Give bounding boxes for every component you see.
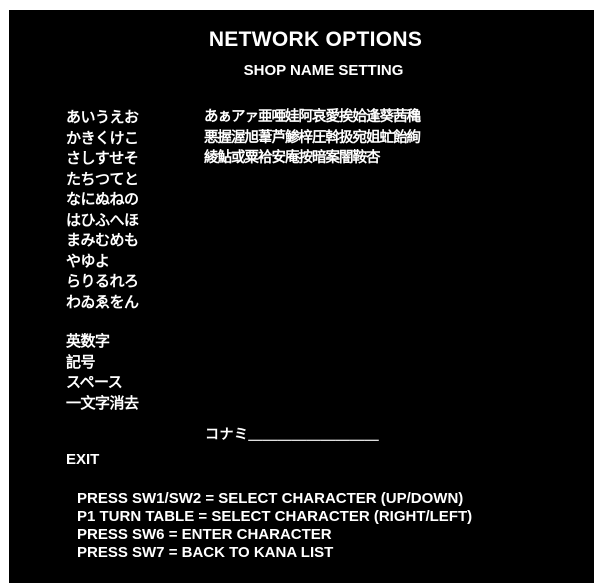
- option-alphanumeric[interactable]: 英数字: [66, 331, 139, 352]
- kanji-row[interactable]: 悪握渥旭葦芦鯵梓圧斡扱宛姐虻飴絢: [204, 128, 421, 149]
- instructions: PRESS SW1/SW2 = SELECT CHARACTER (UP/DOW…: [77, 490, 472, 562]
- kana-row-na[interactable]: なにぬねの: [66, 189, 139, 210]
- kana-row-ya[interactable]: やゆよ: [66, 251, 139, 272]
- kana-row-ma[interactable]: まみむめも: [66, 230, 139, 251]
- network-options-screen: NETWORK OPTIONS SHOP NAME SETTING あいうえお …: [9, 10, 594, 583]
- instruction-line: P1 TURN TABLE = SELECT CHARACTER (RIGHT/…: [77, 508, 473, 525]
- option-symbols[interactable]: 記号: [66, 352, 139, 373]
- kana-row-ta[interactable]: たちつてと: [66, 169, 139, 190]
- instruction-line: PRESS SW7 = BACK TO KANA LIST: [77, 544, 334, 561]
- instruction-line: PRESS SW1/SW2 = SELECT CHARACTER (UP/DOW…: [77, 490, 464, 507]
- kana-row-sa[interactable]: さしすせそ: [66, 148, 139, 169]
- kanji-row[interactable]: あぁアァ亜唖娃阿哀愛挨姶逢葵茜穐: [204, 107, 421, 128]
- kanji-row[interactable]: 綾鮎或粟袷安庵按暗案闇鞍杏: [204, 148, 420, 169]
- kana-row-wa[interactable]: わゐゑをん: [66, 292, 139, 313]
- screen-title: NETWORK OPTIONS: [208, 28, 423, 51]
- screen-subtitle: SHOP NAME SETTING: [243, 62, 404, 79]
- instruction-line: PRESS SW6 = ENTER CHARACTER: [77, 526, 332, 543]
- kana-row-ka[interactable]: かきくけこ: [66, 128, 139, 149]
- exit-option[interactable]: EXIT: [66, 451, 99, 468]
- option-space[interactable]: スペース: [66, 372, 139, 393]
- kana-row-a[interactable]: あいうえお: [66, 107, 139, 128]
- kana-list: あいうえお かきくけこ さしすせそ たちつてと なにぬねの はひふへほ まみむめ…: [66, 107, 139, 413]
- shop-name-field[interactable]: コナミ＿＿＿＿＿＿＿＿＿: [205, 424, 379, 444]
- kana-row-ra[interactable]: らりるれろ: [66, 271, 139, 292]
- option-delete-char[interactable]: 一文字消去: [66, 393, 139, 414]
- kanji-grid: あぁアァ亜唖娃阿哀愛挨姶逢葵茜穐 悪握渥旭葦芦鯵梓圧斡扱宛姐虻飴絢 綾鮎或粟袷安…: [204, 107, 421, 169]
- kana-row-ha[interactable]: はひふへほ: [66, 210, 139, 231]
